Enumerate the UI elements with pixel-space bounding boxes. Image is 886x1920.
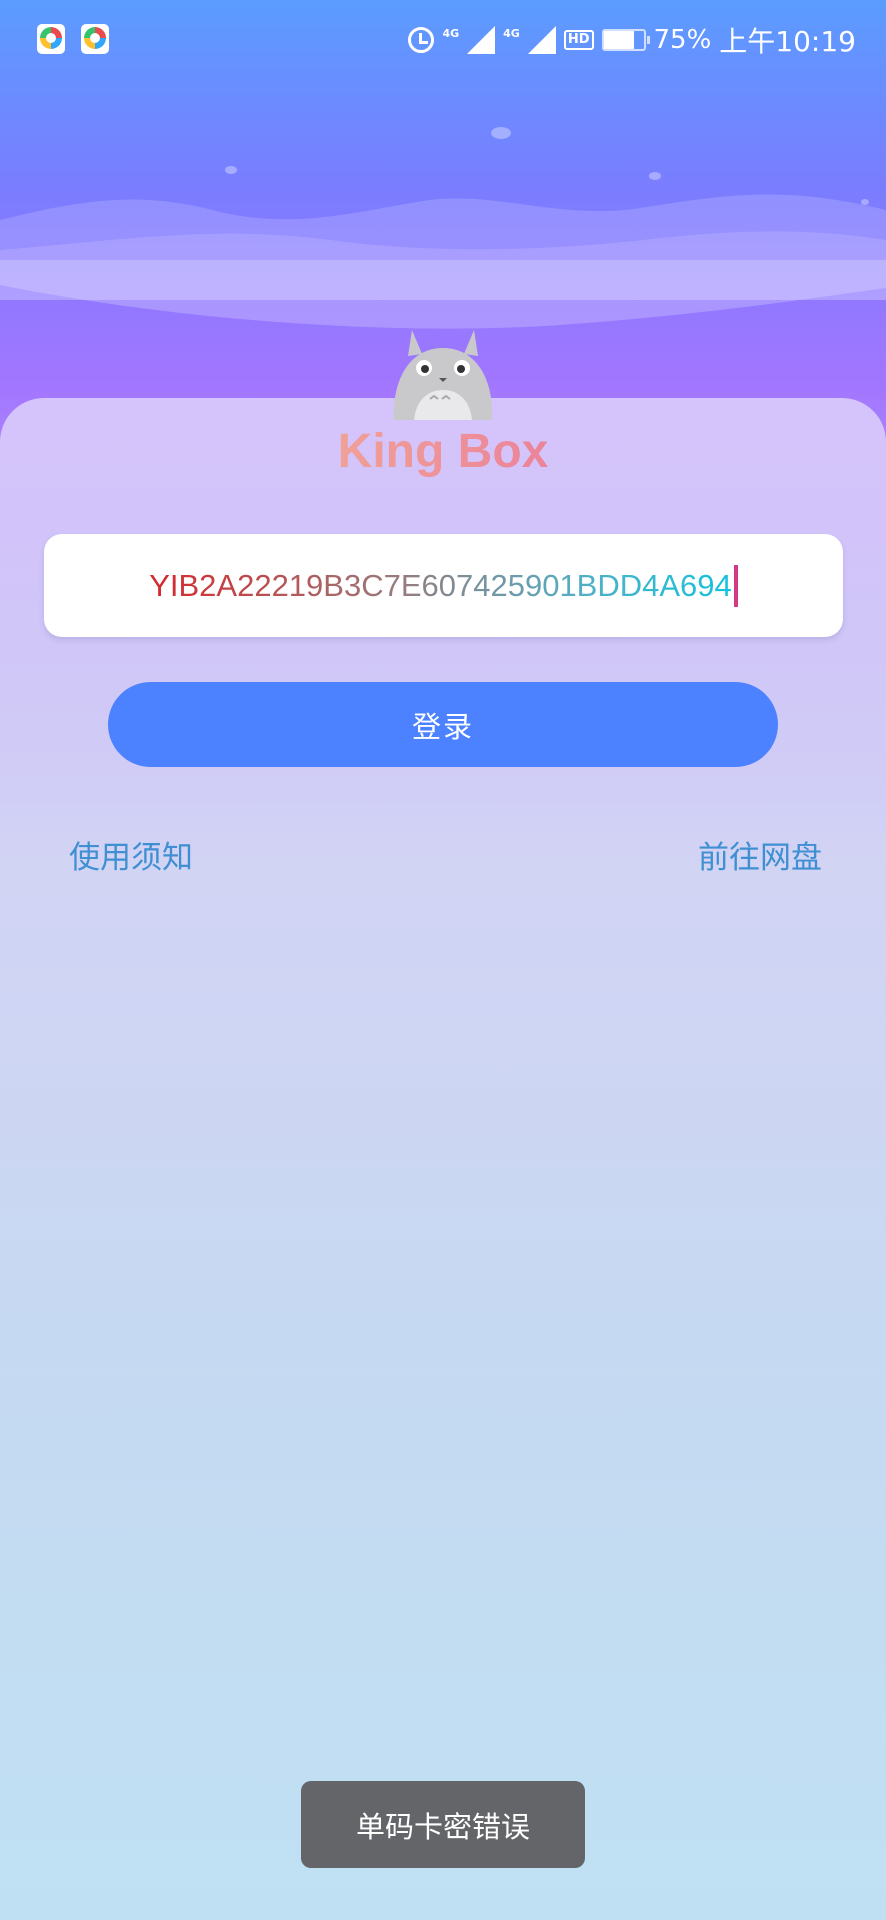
- status-indicators: 4G 4G HD 75% 上午10:19: [408, 20, 856, 60]
- text-cursor: [733, 564, 738, 607]
- battery-percent: 75%: [653, 25, 712, 55]
- signal-strength-icon: [467, 26, 496, 54]
- header-wave-decoration: [0, 127, 886, 329]
- login-button[interactable]: 登录: [108, 682, 778, 767]
- network-type-label: 4G: [442, 26, 460, 40]
- app-notification-icon: [37, 24, 65, 54]
- hd-voice-icon: HD: [563, 30, 594, 50]
- app-title: King Box: [0, 424, 886, 479]
- network-type-label: 4G: [503, 26, 520, 40]
- battery-icon: [601, 29, 650, 51]
- status-bar: 4G 4G HD 75% 上午10:19: [0, 0, 886, 80]
- card-code-input[interactable]: YIB2A22219B3C7E607425901BDD4A694: [44, 534, 843, 637]
- totoro-mascot-icon: [393, 330, 493, 420]
- card-code-value: YIB2A22219B3C7E607425901BDD4A694: [149, 567, 732, 603]
- clock: 上午10:19: [719, 25, 856, 58]
- go-to-netdisk-link[interactable]: 前往网盘: [698, 832, 822, 877]
- usage-notice-link[interactable]: 使用须知: [69, 832, 193, 877]
- alarm-icon: [408, 27, 435, 53]
- app-notification-icon: [81, 24, 109, 54]
- signal-strength-icon: [527, 26, 556, 54]
- error-toast: 单码卡密错误: [301, 1781, 585, 1868]
